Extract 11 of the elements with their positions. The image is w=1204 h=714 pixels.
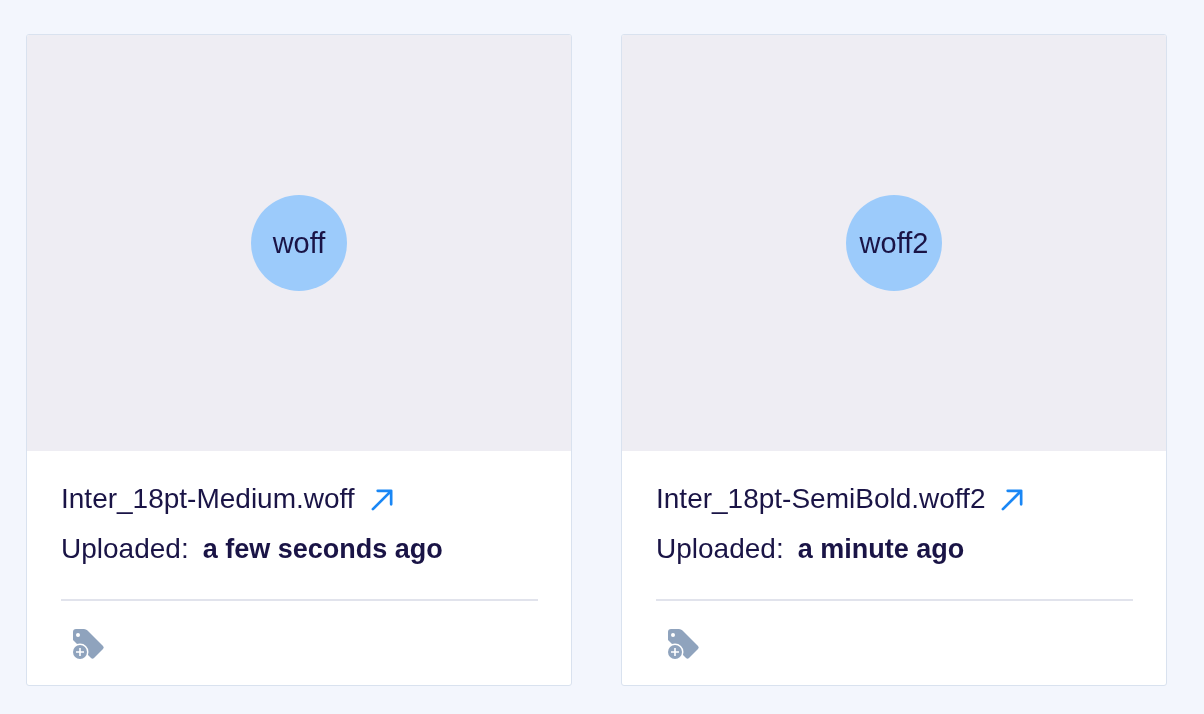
file-name: Inter_18pt-SemiBold.woff2 xyxy=(656,483,986,515)
uploaded-label: Uploaded: xyxy=(656,533,784,565)
format-badge: woff xyxy=(251,195,347,291)
uploaded-time: a few seconds ago xyxy=(202,533,443,565)
add-tag-icon[interactable] xyxy=(666,628,700,662)
uploaded-label: Uploaded: xyxy=(61,533,189,565)
add-tag-icon[interactable] xyxy=(71,628,105,662)
uploaded-time: a minute ago xyxy=(797,533,965,565)
format-badge: woff2 xyxy=(846,195,942,291)
file-name: Inter_18pt-Medium.woff xyxy=(61,483,355,515)
open-link-icon[interactable] xyxy=(369,486,395,512)
